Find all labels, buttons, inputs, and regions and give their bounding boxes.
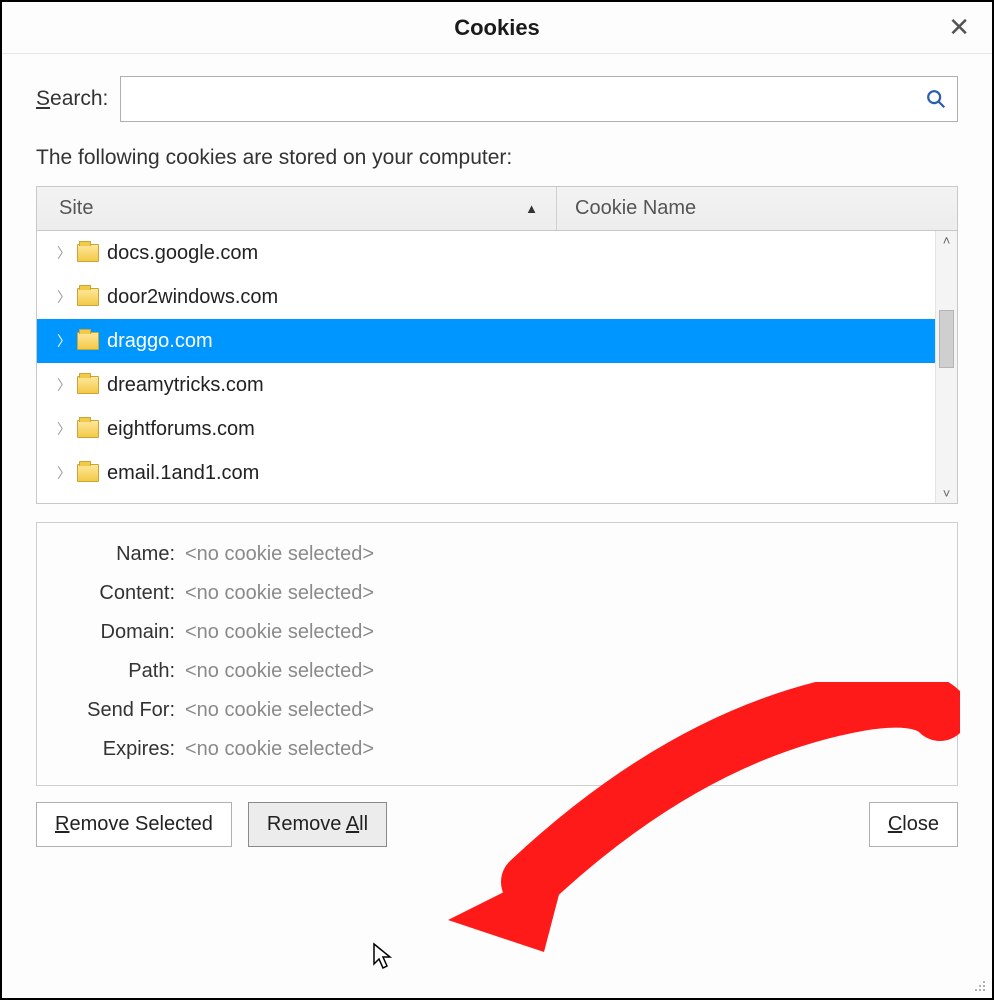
scroll-up-icon[interactable]: ˄ bbox=[943, 233, 951, 248]
folder-icon bbox=[77, 376, 99, 394]
close-icon[interactable]: ✕ bbox=[940, 10, 978, 44]
site-name: eightforums.com bbox=[107, 418, 255, 441]
detail-row: Content: <no cookie selected> bbox=[55, 574, 939, 613]
folder-icon bbox=[77, 244, 99, 262]
search-box[interactable] bbox=[120, 76, 958, 122]
site-row[interactable]: 〉 email.1and1.com bbox=[37, 451, 935, 495]
intro-text: The following cookies are stored on your… bbox=[36, 146, 958, 170]
detail-label: Send For: bbox=[55, 699, 175, 722]
column-header-cookie-name[interactable]: Cookie Name bbox=[557, 187, 957, 230]
scrollbar[interactable]: ˄ ˅ bbox=[935, 231, 957, 503]
site-row[interactable]: 〉 eightforums.com bbox=[37, 407, 935, 451]
folder-icon bbox=[77, 288, 99, 306]
search-icon[interactable] bbox=[925, 88, 947, 110]
detail-label: Name: bbox=[55, 543, 175, 566]
detail-value: <no cookie selected> bbox=[185, 660, 374, 683]
chevron-right-icon: 〉 bbox=[57, 287, 69, 307]
scroll-track[interactable] bbox=[936, 248, 957, 486]
detail-value: <no cookie selected> bbox=[185, 621, 374, 644]
detail-row: Name: <no cookie selected> bbox=[55, 535, 939, 574]
chevron-right-icon: 〉 bbox=[57, 419, 69, 439]
site-row[interactable]: 〉 draggo.com bbox=[37, 319, 935, 363]
site-name: draggo.com bbox=[107, 330, 213, 353]
remove-selected-button[interactable]: Remove Selected bbox=[36, 802, 232, 847]
detail-value: <no cookie selected> bbox=[185, 738, 374, 761]
folder-icon bbox=[77, 332, 99, 350]
close-button[interactable]: Close bbox=[869, 802, 958, 847]
site-name: docs.google.com bbox=[107, 242, 258, 265]
sort-indicator-icon: ▲ bbox=[525, 201, 538, 216]
site-row[interactable]: 〉 dreamytricks.com bbox=[37, 363, 935, 407]
cookie-list: Site ▲ Cookie Name 〉 docs.google.com 〉 door… bbox=[36, 186, 958, 504]
detail-label: Path: bbox=[55, 660, 175, 683]
chevron-right-icon: 〉 bbox=[57, 243, 69, 263]
dialog-body: Search: The following cookies are stored… bbox=[2, 54, 992, 998]
resize-grip-icon[interactable] bbox=[972, 978, 986, 992]
search-label: Search: bbox=[36, 87, 108, 111]
folder-icon bbox=[77, 464, 99, 482]
chevron-right-icon: 〉 bbox=[57, 331, 69, 351]
list-rows: 〉 docs.google.com 〉 door2windows.com 〉 draggo… bbox=[37, 231, 935, 503]
scroll-thumb[interactable] bbox=[939, 310, 954, 368]
detail-label: Expires: bbox=[55, 738, 175, 761]
column-header-site[interactable]: Site ▲ bbox=[37, 187, 557, 230]
site-row[interactable]: 〉 docs.google.com bbox=[37, 231, 935, 275]
chevron-right-icon: 〉 bbox=[57, 375, 69, 395]
site-name: door2windows.com bbox=[107, 286, 278, 309]
search-row: Search: bbox=[36, 76, 958, 122]
site-name: dreamytricks.com bbox=[107, 374, 264, 397]
detail-value: <no cookie selected> bbox=[185, 543, 374, 566]
detail-value: <no cookie selected> bbox=[185, 699, 374, 722]
site-row[interactable]: 〉 door2windows.com bbox=[37, 275, 935, 319]
site-name: email.1and1.com bbox=[107, 462, 259, 485]
button-row: Remove Selected Remove All Close bbox=[36, 802, 958, 847]
titlebar: Cookies ✕ bbox=[2, 2, 992, 54]
detail-label: Domain: bbox=[55, 621, 175, 644]
cookie-details: Name: <no cookie selected> Content: <no coo… bbox=[36, 522, 958, 786]
chevron-right-icon: 〉 bbox=[57, 463, 69, 483]
detail-row: Send For: <no cookie selected> bbox=[55, 691, 939, 730]
detail-row: Domain: <no cookie selected> bbox=[55, 613, 939, 652]
detail-row: Path: <no cookie selected> bbox=[55, 652, 939, 691]
remove-all-button[interactable]: Remove All bbox=[248, 802, 387, 847]
cookies-dialog: Cookies ✕ Search: The following cookies … bbox=[0, 0, 994, 1000]
detail-value: <no cookie selected> bbox=[185, 582, 374, 605]
dialog-title: Cookies bbox=[454, 15, 540, 41]
search-input[interactable] bbox=[131, 88, 925, 111]
detail-row: Expires: <no cookie selected> bbox=[55, 730, 939, 769]
detail-label: Content: bbox=[55, 582, 175, 605]
folder-icon bbox=[77, 420, 99, 438]
list-body: 〉 docs.google.com 〉 door2windows.com 〉 draggo… bbox=[37, 231, 957, 503]
scroll-down-icon[interactable]: ˅ bbox=[943, 486, 951, 501]
list-header: Site ▲ Cookie Name bbox=[37, 187, 957, 231]
